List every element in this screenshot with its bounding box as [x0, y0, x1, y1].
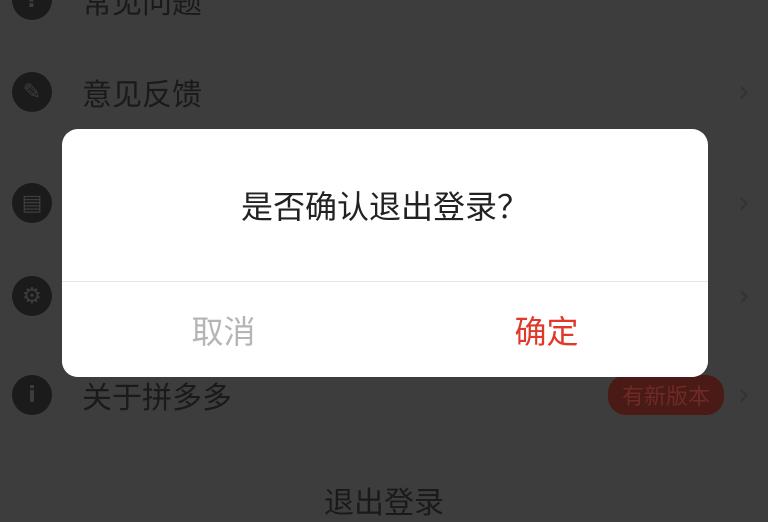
cancel-button[interactable]: 取消: [62, 282, 385, 377]
dialog-message: 是否确认退出登录？: [240, 188, 529, 226]
logout-confirm-dialog: 是否确认退出登录？ 取消 确定: [62, 129, 708, 377]
confirm-button[interactable]: 确定: [385, 282, 708, 377]
